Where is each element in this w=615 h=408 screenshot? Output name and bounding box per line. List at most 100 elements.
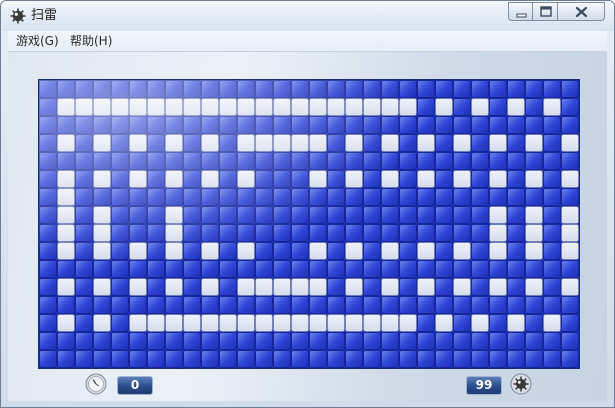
hidden-cell[interactable] xyxy=(75,188,93,206)
hidden-cell[interactable] xyxy=(57,332,75,350)
hidden-cell[interactable] xyxy=(399,188,417,206)
hidden-cell[interactable] xyxy=(93,296,111,314)
hidden-cell[interactable] xyxy=(147,278,165,296)
revealed-cell[interactable] xyxy=(201,98,219,116)
hidden-cell[interactable] xyxy=(507,224,525,242)
hidden-cell[interactable] xyxy=(75,224,93,242)
hidden-cell[interactable] xyxy=(453,314,471,332)
hidden-cell[interactable] xyxy=(219,242,237,260)
hidden-cell[interactable] xyxy=(381,350,399,368)
revealed-cell[interactable] xyxy=(129,98,147,116)
hidden-cell[interactable] xyxy=(165,80,183,98)
hidden-cell[interactable] xyxy=(399,224,417,242)
revealed-cell[interactable] xyxy=(129,134,147,152)
hidden-cell[interactable] xyxy=(237,188,255,206)
revealed-cell[interactable] xyxy=(525,224,543,242)
hidden-cell[interactable] xyxy=(39,170,57,188)
hidden-cell[interactable] xyxy=(363,278,381,296)
hidden-cell[interactable] xyxy=(75,278,93,296)
revealed-cell[interactable] xyxy=(417,242,435,260)
revealed-cell[interactable] xyxy=(273,98,291,116)
revealed-cell[interactable] xyxy=(327,98,345,116)
hidden-cell[interactable] xyxy=(273,242,291,260)
hidden-cell[interactable] xyxy=(471,152,489,170)
hidden-cell[interactable] xyxy=(201,152,219,170)
revealed-cell[interactable] xyxy=(561,242,579,260)
revealed-cell[interactable] xyxy=(201,242,219,260)
hidden-cell[interactable] xyxy=(201,116,219,134)
hidden-cell[interactable] xyxy=(147,80,165,98)
hidden-cell[interactable] xyxy=(291,332,309,350)
hidden-cell[interactable] xyxy=(111,152,129,170)
hidden-cell[interactable] xyxy=(291,188,309,206)
revealed-cell[interactable] xyxy=(273,134,291,152)
hidden-cell[interactable] xyxy=(201,260,219,278)
hidden-cell[interactable] xyxy=(525,296,543,314)
hidden-cell[interactable] xyxy=(147,260,165,278)
hidden-cell[interactable] xyxy=(525,80,543,98)
revealed-cell[interactable] xyxy=(165,206,183,224)
hidden-cell[interactable] xyxy=(237,152,255,170)
revealed-cell[interactable] xyxy=(93,314,111,332)
hidden-cell[interactable] xyxy=(39,80,57,98)
revealed-cell[interactable] xyxy=(309,278,327,296)
hidden-cell[interactable] xyxy=(435,242,453,260)
hidden-cell[interactable] xyxy=(435,80,453,98)
hidden-cell[interactable] xyxy=(417,314,435,332)
revealed-cell[interactable] xyxy=(255,98,273,116)
hidden-cell[interactable] xyxy=(471,170,489,188)
hidden-cell[interactable] xyxy=(327,350,345,368)
revealed-cell[interactable] xyxy=(183,98,201,116)
hidden-cell[interactable] xyxy=(345,188,363,206)
revealed-cell[interactable] xyxy=(291,98,309,116)
hidden-cell[interactable] xyxy=(471,350,489,368)
hidden-cell[interactable] xyxy=(93,350,111,368)
hidden-cell[interactable] xyxy=(507,116,525,134)
revealed-cell[interactable] xyxy=(399,98,417,116)
hidden-cell[interactable] xyxy=(75,206,93,224)
hidden-cell[interactable] xyxy=(327,80,345,98)
hidden-cell[interactable] xyxy=(147,170,165,188)
hidden-cell[interactable] xyxy=(363,242,381,260)
hidden-cell[interactable] xyxy=(201,224,219,242)
maximize-button[interactable] xyxy=(532,2,558,21)
revealed-cell[interactable] xyxy=(417,278,435,296)
revealed-cell[interactable] xyxy=(165,224,183,242)
hidden-cell[interactable] xyxy=(93,260,111,278)
hidden-cell[interactable] xyxy=(57,350,75,368)
hidden-cell[interactable] xyxy=(525,314,543,332)
hidden-cell[interactable] xyxy=(201,206,219,224)
hidden-cell[interactable] xyxy=(471,116,489,134)
revealed-cell[interactable] xyxy=(417,170,435,188)
hidden-cell[interactable] xyxy=(543,260,561,278)
hidden-cell[interactable] xyxy=(417,260,435,278)
hidden-cell[interactable] xyxy=(453,206,471,224)
revealed-cell[interactable] xyxy=(399,314,417,332)
hidden-cell[interactable] xyxy=(453,224,471,242)
hidden-cell[interactable] xyxy=(291,350,309,368)
revealed-cell[interactable] xyxy=(561,134,579,152)
hidden-cell[interactable] xyxy=(363,296,381,314)
hidden-cell[interactable] xyxy=(345,350,363,368)
revealed-cell[interactable] xyxy=(273,314,291,332)
revealed-cell[interactable] xyxy=(417,134,435,152)
hidden-cell[interactable] xyxy=(111,134,129,152)
revealed-cell[interactable] xyxy=(291,314,309,332)
hidden-cell[interactable] xyxy=(93,116,111,134)
hidden-cell[interactable] xyxy=(39,188,57,206)
hidden-cell[interactable] xyxy=(543,242,561,260)
hidden-cell[interactable] xyxy=(453,152,471,170)
revealed-cell[interactable] xyxy=(489,278,507,296)
revealed-cell[interactable] xyxy=(453,134,471,152)
revealed-cell[interactable] xyxy=(381,278,399,296)
hidden-cell[interactable] xyxy=(453,350,471,368)
revealed-cell[interactable] xyxy=(381,314,399,332)
hidden-cell[interactable] xyxy=(237,206,255,224)
hidden-cell[interactable] xyxy=(111,224,129,242)
revealed-cell[interactable] xyxy=(201,170,219,188)
revealed-cell[interactable] xyxy=(381,134,399,152)
hidden-cell[interactable] xyxy=(291,152,309,170)
hidden-cell[interactable] xyxy=(201,188,219,206)
hidden-cell[interactable] xyxy=(273,224,291,242)
hidden-cell[interactable] xyxy=(543,332,561,350)
